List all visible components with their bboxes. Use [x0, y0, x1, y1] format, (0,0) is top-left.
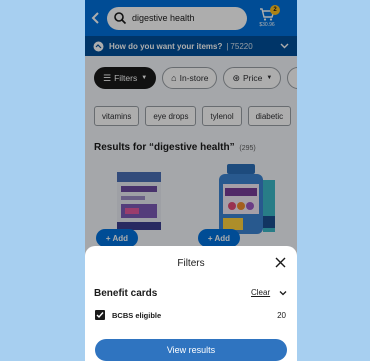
chevron-down-icon: [280, 41, 289, 51]
cart-button[interactable]: 2 $30.96: [247, 0, 287, 36]
more-pill-label: B: [296, 73, 297, 83]
close-button[interactable]: [273, 255, 287, 269]
chevron-down-icon[interactable]: [278, 288, 288, 298]
in-store-pill[interactable]: ⌂ In-store: [162, 67, 218, 89]
price-pill-label: Price: [242, 73, 263, 83]
more-pill[interactable]: B: [287, 67, 297, 89]
sheet-title: Filters: [177, 258, 205, 269]
cart-count-badge: 2: [270, 5, 280, 15]
checkmark-icon: [96, 312, 104, 319]
in-store-pill-label: In-store: [179, 73, 209, 83]
filter-pill-bar: ☰ Filters ▼ ⌂ In-store ⊛ Price ▼ B: [85, 62, 297, 94]
store-icon: ⌂: [171, 73, 177, 83]
filters-pill-label: Filters: [114, 73, 138, 83]
fulfillment-bar[interactable]: How do you want your items? | 75220: [85, 36, 297, 56]
bcbs-checkbox[interactable]: [95, 310, 105, 320]
results-title: Results for “digestive health”: [94, 142, 235, 153]
add-to-cart-button-2[interactable]: + Add: [198, 229, 240, 247]
filters-pill[interactable]: ☰ Filters ▼: [94, 67, 157, 89]
results-count: (295): [239, 145, 256, 152]
fulfillment-separator: |: [226, 41, 229, 51]
search-icon: [114, 12, 127, 25]
caret-down-icon: ▼: [141, 75, 148, 81]
filters-bottom-sheet: Filters Benefit cards Clear BCBS eligibl…: [85, 246, 297, 361]
chip-vitamins[interactable]: vitamins: [94, 106, 140, 126]
bcbs-option-label: BCBS eligible: [112, 311, 162, 320]
add-to-cart-button-1[interactable]: + Add: [96, 229, 138, 247]
chip-eye-drops[interactable]: eye drops: [145, 106, 197, 126]
sliders-icon: ☰: [103, 72, 112, 83]
bcbs-option-count: 20: [277, 311, 286, 320]
price-pill[interactable]: ⊛ Price ▼: [223, 67, 282, 89]
benefit-cards-title: Benefit cards: [94, 288, 158, 299]
chip-tylenol[interactable]: tylenol: [202, 106, 242, 126]
delivery-icon: [93, 41, 104, 51]
search-input[interactable]: [132, 13, 242, 23]
search-bar[interactable]: [107, 6, 247, 30]
chevron-left-icon: [91, 12, 99, 24]
fulfillment-zip: 75220: [230, 41, 253, 51]
clear-link[interactable]: Clear: [251, 288, 270, 297]
caret-down-icon: ▼: [266, 75, 273, 81]
close-icon: [275, 257, 285, 267]
results-heading: Results for “digestive health” (295): [94, 142, 256, 153]
app-header: 2 $30.96: [85, 0, 297, 36]
chip-diabetic[interactable]: diabetic: [247, 106, 292, 126]
price-tag-icon: ⊛: [232, 72, 240, 83]
suggestion-chips: vitamins eye drops tylenol diabetic: [94, 106, 292, 126]
fulfillment-question: How do you want your items?: [109, 41, 223, 51]
back-button[interactable]: [85, 0, 107, 36]
view-results-button[interactable]: View results: [95, 339, 287, 361]
cart-total: $30.96: [259, 22, 275, 28]
